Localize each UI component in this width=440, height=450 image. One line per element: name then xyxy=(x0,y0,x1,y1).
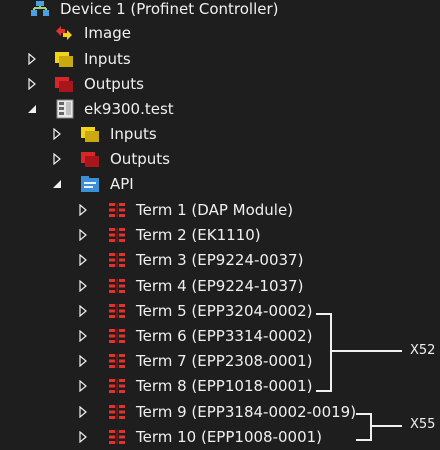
tree-item-term[interactable]: Term 10 (EPP1008-0001) xyxy=(0,425,360,449)
tree-item-device[interactable]: Device 1 (Profinet Controller) xyxy=(0,0,360,21)
tree-item-label: Term 6 (EPP3314-0002) xyxy=(136,327,313,345)
profinet-device-icon xyxy=(30,0,50,18)
x55-bracket xyxy=(356,413,372,441)
expand-arrow-icon[interactable] xyxy=(26,52,38,66)
tree-item-label: Term 3 (EP9224-0037) xyxy=(136,251,304,270)
expand-arrow-icon[interactable] xyxy=(77,203,89,217)
tree-item-label: Term 1 (DAP Module) xyxy=(136,201,294,219)
collapse-arrow-icon[interactable] xyxy=(51,177,63,191)
expand-arrow-icon[interactable] xyxy=(77,430,89,444)
tree-item-label: Inputs xyxy=(84,50,131,68)
inputs-folder-icon xyxy=(80,125,100,143)
box-device-icon xyxy=(56,99,76,119)
expand-arrow-icon[interactable] xyxy=(77,379,89,393)
tree-item-term[interactable]: Term 5 (EPP3204-0002) xyxy=(0,299,360,323)
terminal-icon xyxy=(108,302,128,320)
terminal-icon xyxy=(108,403,128,421)
tree-item-term[interactable]: Term 9 (EPP3184-0002-0019) xyxy=(0,400,360,424)
x52-bracket-stem xyxy=(332,350,402,352)
tree-item-label: Outputs xyxy=(84,75,144,93)
expand-arrow-icon[interactable] xyxy=(77,405,89,419)
terminal-icon xyxy=(108,277,128,295)
tree-item-label: Term 5 (EPP3204-0002) xyxy=(136,301,313,320)
outputs-folder-icon xyxy=(54,75,74,93)
tree-item-inputs[interactable]: Inputs xyxy=(0,47,360,71)
terminal-icon xyxy=(108,352,128,370)
terminal-icon xyxy=(108,428,128,446)
tree-item-box[interactable]: ek9300.test xyxy=(0,97,360,121)
tree-item-term[interactable]: Term 1 (DAP Module) xyxy=(0,198,360,222)
tree-item-label: Term 8 (EPP1018-0001) xyxy=(136,377,313,396)
image-arrows-icon xyxy=(54,24,74,42)
tree-item-term[interactable]: Term 7 (EPP2308-0001) xyxy=(0,349,360,373)
terminal-icon xyxy=(108,327,128,345)
expand-arrow-icon[interactable] xyxy=(26,77,38,91)
tree-item-term[interactable]: Term 8 (EPP1018-0001) xyxy=(0,374,360,398)
tree-item-label: Term 7 (EPP2308-0001) xyxy=(136,352,313,371)
expand-arrow-icon[interactable] xyxy=(77,253,89,267)
tree-item-term[interactable]: Term 3 (EP9224-0037) xyxy=(0,248,360,272)
tree-item-image[interactable]: Image xyxy=(0,21,360,45)
tree-item-label: Term 2 (EK1110) xyxy=(136,226,261,245)
tree-item-api[interactable]: API xyxy=(0,172,360,196)
expand-arrow-icon[interactable] xyxy=(51,152,63,166)
x55-bracket-stem xyxy=(372,425,402,427)
collapse-arrow-icon[interactable] xyxy=(26,102,38,116)
expand-arrow-icon[interactable] xyxy=(77,228,89,242)
tree-item-label: ek9300.test xyxy=(84,100,174,118)
tree-item-label: Inputs xyxy=(110,125,157,143)
outputs-folder-icon xyxy=(80,150,100,168)
tree-item-label: Outputs xyxy=(110,150,170,168)
tree-item-outputs[interactable]: Outputs xyxy=(0,72,360,96)
tree-item-label: Term 10 (EPP1008-0001) xyxy=(136,427,323,446)
expand-arrow-icon[interactable] xyxy=(51,127,63,141)
terminal-icon xyxy=(108,226,128,244)
tree-item-outputs[interactable]: Outputs xyxy=(0,147,360,171)
tree-item-label: Device 1 (Profinet Controller) xyxy=(60,0,279,18)
expand-arrow-icon[interactable] xyxy=(77,329,89,343)
tree-item-label: Image xyxy=(84,24,131,42)
expand-arrow-icon[interactable] xyxy=(77,304,89,318)
terminal-icon xyxy=(108,377,128,395)
terminal-icon xyxy=(108,201,128,219)
x52-label: X52 xyxy=(410,343,436,358)
tree-item-inputs[interactable]: Inputs xyxy=(0,122,360,146)
tree-item-label: Term 9 (EPP3184-0002-0019) xyxy=(136,402,357,421)
tree-item-term[interactable]: Term 2 (EK1110) xyxy=(0,223,360,247)
inputs-folder-icon xyxy=(54,50,74,68)
tree-item-label: API xyxy=(110,175,134,193)
expand-arrow-icon[interactable] xyxy=(77,279,89,293)
tree-item-term[interactable]: Term 4 (EP9224-1037) xyxy=(0,274,360,298)
x55-label: X55 xyxy=(410,417,436,432)
expand-arrow-icon[interactable] xyxy=(77,354,89,368)
terminal-icon xyxy=(108,251,128,269)
x52-bracket xyxy=(316,313,332,392)
api-icon xyxy=(80,175,100,193)
tree-item-term[interactable]: Term 6 (EPP3314-0002) xyxy=(0,324,360,348)
tree-item-label: Term 4 (EP9224-1037) xyxy=(136,276,304,295)
